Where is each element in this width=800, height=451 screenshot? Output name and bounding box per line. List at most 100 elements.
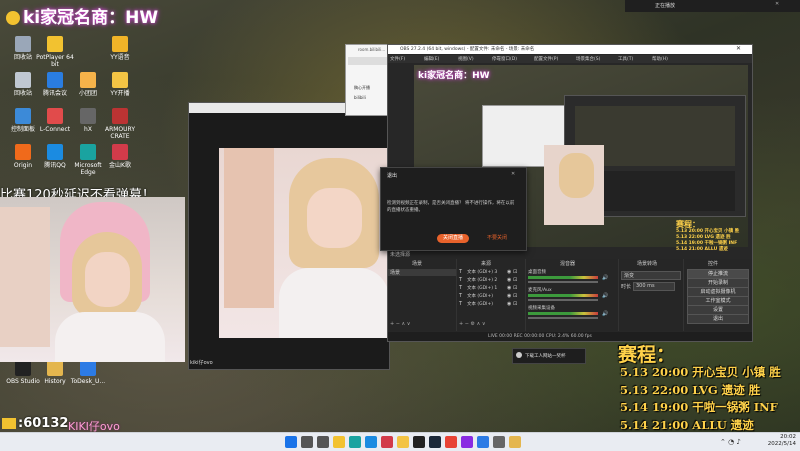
fan-count: :60132 bbox=[2, 416, 68, 431]
topright-label: 正在播放 bbox=[655, 3, 676, 9]
app-icon bbox=[15, 360, 31, 376]
duration-input[interactable]: 300 ms bbox=[633, 282, 675, 291]
obs-menu-item[interactable]: 工具(T) bbox=[618, 56, 633, 62]
toast-notification[interactable]: 下载工人网站一奖杯 bbox=[512, 348, 586, 364]
dialog-title: 退出 bbox=[387, 173, 398, 179]
source-label: 文本 (GDI+) bbox=[467, 294, 493, 299]
obs-menu-item[interactable]: 停靠窗口(D) bbox=[492, 56, 517, 62]
close-icon[interactable]: ✕ bbox=[775, 1, 779, 7]
app-icon bbox=[47, 360, 63, 376]
system-tray-icon[interactable]: ⌃ ◔ ♪ bbox=[720, 438, 741, 446]
preview-schedule-line: 赛程： bbox=[676, 220, 700, 229]
sources-header: 来源 bbox=[481, 261, 492, 267]
control-button[interactable]: 退出 bbox=[687, 314, 749, 324]
source-label: 文本 (GDI+) 1 bbox=[467, 286, 498, 291]
visibility-icon[interactable]: ◉ ⊡ bbox=[507, 285, 517, 291]
clock[interactable]: 20:02 2022/5/14 bbox=[760, 434, 796, 448]
desktop-icon-label: ARMOURY CRATE bbox=[104, 126, 135, 140]
obs-menu-item[interactable]: 场景集合(S) bbox=[576, 56, 600, 62]
app-icon bbox=[80, 360, 96, 376]
steam-icon[interactable] bbox=[429, 436, 441, 448]
speaker-icon[interactable]: 🔊 bbox=[602, 293, 608, 299]
game-icon[interactable] bbox=[461, 436, 473, 448]
obs-statusbar: LIVE 00:00 REC 00:00:00 CPU: 2.4% 60.00 … bbox=[388, 332, 752, 341]
volume-slider[interactable] bbox=[528, 299, 598, 301]
camera-preview-window[interactable]: kiki仔ovo bbox=[188, 102, 390, 370]
obs-menu-item[interactable]: 帮助(H) bbox=[652, 56, 668, 62]
scene-add-icon[interactable]: + − ∧ ∨ bbox=[390, 321, 410, 327]
folder-icon[interactable] bbox=[509, 436, 521, 448]
obs-menu-item[interactable]: 文件(F) bbox=[390, 56, 405, 62]
settings-icon[interactable] bbox=[493, 436, 505, 448]
visibility-icon[interactable]: ◉ ⊡ bbox=[507, 293, 517, 299]
clock-time: 20:02 bbox=[780, 434, 796, 440]
desktop-icon-label: YY开播 bbox=[110, 90, 130, 97]
volume-slider[interactable] bbox=[528, 281, 598, 283]
dont-close-button[interactable]: 不要关闭 bbox=[481, 234, 513, 243]
explorer-icon[interactable] bbox=[333, 436, 345, 448]
visibility-icon[interactable]: ◉ ⊡ bbox=[507, 269, 517, 275]
transition-select[interactable]: 渐变 bbox=[621, 271, 681, 280]
app-icon bbox=[15, 144, 31, 160]
visibility-icon[interactable]: ◉ ⊡ bbox=[507, 277, 517, 283]
obs-titlebar: OBS 27.2.4 (64 bit, windows) - 配置文件: 未命名… bbox=[388, 45, 752, 54]
desktop-icon[interactable]: YY语音 bbox=[100, 36, 140, 61]
desktop-icon-label: PotPlayer 64 bit bbox=[36, 54, 74, 68]
desktop-icon-label: 金山K歌 bbox=[109, 162, 131, 169]
source-item[interactable]: T 文本 (GDI+) 3 ◉ ⊡ bbox=[457, 269, 525, 276]
close-stream-button[interactable]: 关闭直播 bbox=[437, 234, 469, 243]
obs-menu-item[interactable]: 编辑(E) bbox=[424, 56, 439, 62]
app-icon[interactable] bbox=[477, 436, 489, 448]
source-item[interactable]: T 文本 (GDI+) ◉ ⊡ bbox=[457, 293, 525, 300]
obs-close-icon[interactable]: ✕ bbox=[736, 45, 741, 52]
browser-item-1[interactable]: 稿心开播 bbox=[354, 85, 370, 91]
music-icon[interactable] bbox=[381, 436, 393, 448]
source-item[interactable]: T 文本 (GDI+) 1 ◉ ⊡ bbox=[457, 285, 525, 292]
controls-header: 控件 bbox=[708, 261, 719, 267]
speaker-icon[interactable]: 🔊 bbox=[602, 275, 608, 281]
scene-item[interactable]: 场景 bbox=[388, 269, 456, 276]
desktop-icon[interactable]: ARMOURY CRATE bbox=[100, 108, 140, 140]
browser-url[interactable]: room.bilibili... bbox=[358, 47, 385, 52]
desktop-icon[interactable]: ToDesk_U... bbox=[68, 360, 108, 385]
duration-label: 时长 bbox=[621, 284, 632, 290]
quit-dialog[interactable]: 退出 ✕ 检测到视频正在录制，是否关闭直播？ 将不进行操作，将在以前的直播状态重… bbox=[380, 167, 527, 251]
browser-item-2[interactable]: bilibili bbox=[354, 95, 366, 100]
source-add-icon[interactable]: + − ⚙ ∧ ∨ bbox=[459, 321, 486, 327]
visibility-icon[interactable]: ◉ ⊡ bbox=[507, 301, 517, 307]
preview-camera bbox=[544, 145, 604, 225]
qq-icon[interactable] bbox=[365, 436, 377, 448]
camera-image bbox=[219, 148, 389, 338]
obs-docks: 场景 场景 + − ∧ ∨ 来源 T 文本 (GDI+) 3 ◉ ⊡ T 文本 (GDI… bbox=[388, 259, 752, 331]
source-item[interactable]: T 文本 (GDI+) ◉ ⊡ bbox=[457, 301, 525, 308]
taskbar: 20:02 2022/5/14 ⌃ ◔ ♪ bbox=[0, 432, 800, 451]
desktop-icon[interactable]: 金山K歌 bbox=[100, 144, 140, 169]
volume-slider[interactable] bbox=[528, 317, 598, 319]
person-body bbox=[55, 312, 165, 362]
app-icon bbox=[80, 108, 96, 124]
obs-menu-item[interactable]: 配置文件(P) bbox=[534, 56, 558, 62]
mixer-track-label: 麦克风/Aux bbox=[528, 288, 552, 293]
poster-image bbox=[224, 148, 274, 308]
source-item[interactable]: T 文本 (GDI+) 2 ◉ ⊡ bbox=[457, 277, 525, 284]
search-icon[interactable] bbox=[301, 436, 313, 448]
desktop-icon[interactable]: PotPlayer 64 bit bbox=[35, 36, 75, 68]
edge-icon[interactable] bbox=[349, 436, 361, 448]
obs-icon[interactable] bbox=[413, 436, 425, 448]
chrome-icon[interactable] bbox=[445, 436, 457, 448]
dialog-close-icon[interactable]: ✕ bbox=[511, 171, 515, 177]
source-label: 文本 (GDI+) 2 bbox=[467, 278, 498, 283]
start-icon[interactable] bbox=[285, 436, 297, 448]
desktop-icon[interactable]: YY开播 bbox=[100, 72, 140, 97]
app-icon bbox=[15, 36, 31, 52]
app-icon bbox=[112, 108, 128, 124]
obs-menu-bar: 文件(F) 编辑(E) 视图(V) 停靠窗口(D) 配置文件(P) 场景集合(S) 工具(T… bbox=[388, 55, 752, 63]
task-view-icon[interactable] bbox=[317, 436, 329, 448]
yy-icon[interactable] bbox=[397, 436, 409, 448]
schedule-item: 5.14 19:00 干啦一锅粥 INF bbox=[620, 400, 778, 414]
obs-window[interactable]: OBS 27.2.4 (64 bit, windows) - 配置文件: 未命名… bbox=[380, 44, 753, 342]
app-icon bbox=[80, 72, 96, 88]
speaker-icon[interactable]: 🔊 bbox=[602, 311, 608, 317]
schedule-list: 5.13 20:00 开心宝贝 小镇 胜 5.13 22:00 LVG 遗迹 胜 5… bbox=[620, 364, 800, 434]
obs-menu-item[interactable]: 视图(V) bbox=[458, 56, 474, 62]
